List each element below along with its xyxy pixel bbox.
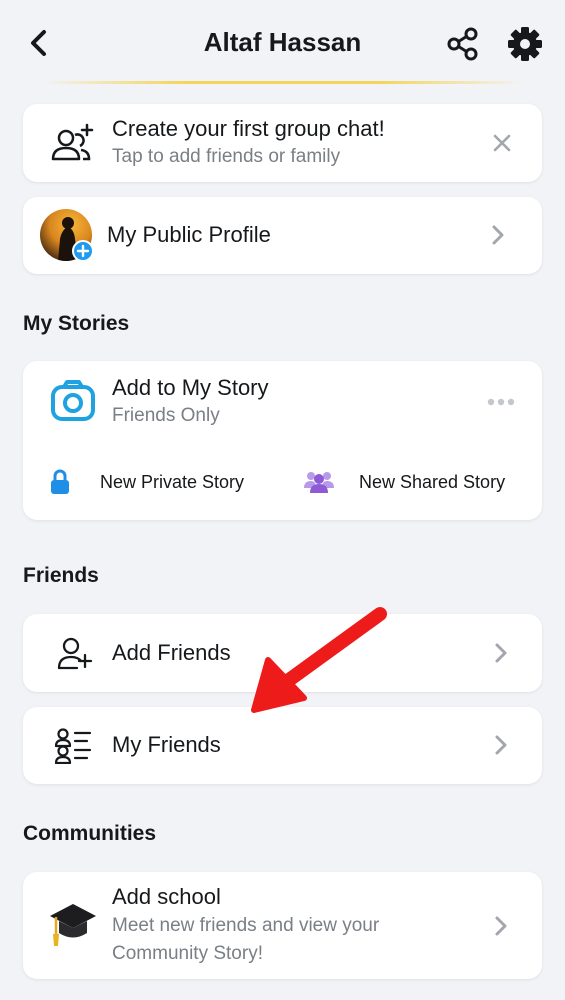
add-friends-label: Add Friends bbox=[112, 640, 231, 665]
group-icon bbox=[304, 472, 334, 493]
more-dots-icon[interactable] bbox=[487, 397, 515, 407]
share-button[interactable] bbox=[446, 26, 480, 62]
add-to-story-title: Add to My Story bbox=[112, 375, 269, 400]
chevron-right-icon bbox=[495, 916, 507, 936]
new-private-story-button[interactable]: New Private Story bbox=[38, 461, 278, 505]
chevron-right-icon bbox=[495, 735, 507, 755]
my-friends-row[interactable]: My Friends bbox=[23, 707, 542, 784]
add-to-story-row[interactable]: Add to My Story Friends Only bbox=[23, 361, 542, 445]
chevron-right-icon bbox=[495, 643, 507, 663]
page-title: Altaf Hassan bbox=[203, 27, 362, 57]
friends-list-icon bbox=[55, 728, 92, 764]
top-bar: Altaf Hassan bbox=[0, 0, 565, 84]
add-to-story-subtitle: Friends Only bbox=[112, 405, 220, 426]
header-divider bbox=[40, 81, 525, 84]
plus-icon bbox=[76, 244, 90, 258]
gear-icon bbox=[508, 27, 542, 61]
add-friend-icon bbox=[57, 637, 93, 670]
share-icon bbox=[447, 27, 478, 61]
chevron-right-icon bbox=[492, 225, 504, 245]
add-group-icon bbox=[51, 123, 94, 161]
close-icon[interactable] bbox=[493, 134, 511, 152]
avatar-add-badge bbox=[72, 240, 94, 262]
public-profile-row[interactable]: My Public Profile bbox=[23, 197, 542, 274]
profile-screen: Altaf Hassan Create your first group cha… bbox=[0, 0, 565, 1000]
graduation-cap-icon bbox=[50, 904, 96, 946]
communities-heading: Communities bbox=[23, 822, 157, 845]
group-chat-prompt-card[interactable]: Create your first group chat! Tap to add… bbox=[23, 104, 542, 182]
add-school-subtitle-line2: Community Story! bbox=[112, 943, 263, 964]
add-friends-row[interactable]: Add Friends bbox=[23, 614, 542, 692]
new-shared-story-button[interactable]: New Shared Story bbox=[293, 461, 533, 505]
add-school-subtitle-line1: Meet new friends and view your bbox=[112, 915, 380, 936]
public-profile-label: My Public Profile bbox=[107, 222, 271, 247]
group-chat-subtitle: Tap to add friends or family bbox=[112, 146, 341, 167]
friends-heading: Friends bbox=[23, 564, 99, 587]
group-chat-title: Create your first group chat! bbox=[112, 116, 385, 141]
add-school-title: Add school bbox=[112, 884, 221, 909]
my-stories-card: Add to My Story Friends Only New Private… bbox=[23, 361, 542, 520]
my-friends-label: My Friends bbox=[112, 732, 221, 757]
new-private-story-label: New Private Story bbox=[100, 472, 245, 492]
camera-icon bbox=[51, 380, 95, 421]
lock-icon bbox=[51, 469, 69, 494]
new-shared-story-label: New Shared Story bbox=[359, 472, 506, 492]
my-stories-heading: My Stories bbox=[23, 312, 130, 335]
settings-button[interactable] bbox=[506, 25, 544, 63]
add-school-row[interactable]: Add school Meet new friends and view you… bbox=[23, 872, 542, 979]
